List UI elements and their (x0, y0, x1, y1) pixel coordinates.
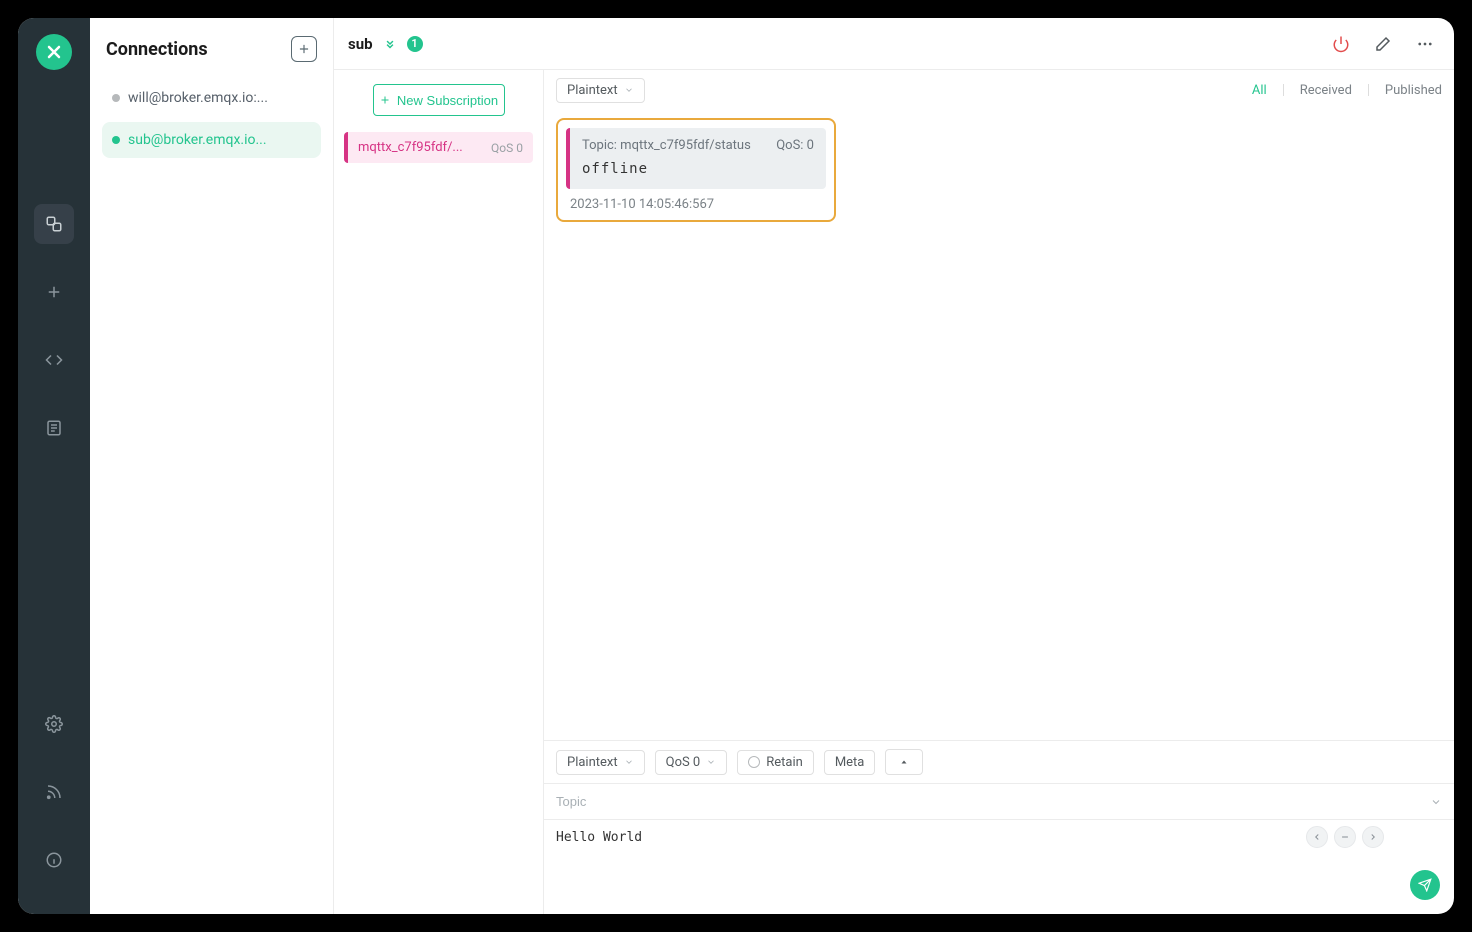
radio-icon (748, 756, 760, 768)
retain-toggle[interactable]: Retain (737, 750, 814, 775)
connection-label: will@broker.emqx.io:... (128, 90, 268, 106)
subscription-chip[interactable]: mqttx_c7f95fdf/... QoS 0 (344, 132, 533, 163)
message-qos: QoS: 0 (776, 138, 814, 153)
history-nav (1306, 826, 1384, 848)
connections-title: Connections (106, 39, 208, 60)
nav-script[interactable] (34, 340, 74, 380)
format-select-label: Plaintext (567, 83, 618, 98)
expand-compose-button[interactable] (885, 749, 923, 775)
retain-label: Retain (766, 755, 803, 770)
nav-rail (18, 18, 90, 914)
connections-panel: Connections will@broker.emqx.io:... sub@… (90, 18, 334, 914)
connection-item[interactable]: sub@broker.emqx.io... (102, 122, 321, 158)
message-filter: All Received Published (1252, 83, 1442, 98)
status-dot-icon (112, 136, 120, 144)
connection-label: sub@broker.emqx.io... (128, 132, 267, 148)
content-row: New Subscription mqttx_c7f95fdf/... QoS … (334, 70, 1454, 914)
message-topic: Topic: mqttx_c7f95fdf/status (582, 138, 751, 153)
message-payload: offline (582, 161, 814, 177)
compose-qos-label: QoS 0 (666, 755, 701, 770)
filter-all[interactable]: All (1252, 83, 1267, 98)
format-select[interactable]: Plaintext (556, 78, 645, 103)
subscription-topic: mqttx_c7f95fdf/... (358, 140, 483, 155)
connection-topbar: sub 1 (334, 18, 1454, 70)
topic-dropdown-icon[interactable] (1430, 796, 1442, 808)
meta-button[interactable]: Meta (824, 750, 876, 775)
collapse-icon[interactable] (383, 37, 397, 51)
history-prev-button[interactable] (1306, 826, 1328, 848)
message-timestamp: 2023-11-10 14:05:46:567 (566, 197, 826, 212)
payload-row (544, 820, 1454, 914)
connection-name: sub (348, 35, 373, 53)
topic-row (544, 783, 1454, 820)
message-list: Topic: mqttx_c7f95fdf/status QoS: 0 offl… (544, 110, 1454, 740)
subscription-qos: QoS 0 (491, 141, 523, 155)
messages-toolbar: Plaintext All Received Published (544, 70, 1454, 110)
message-count-badge: 1 (407, 36, 423, 52)
edit-button[interactable] (1372, 33, 1394, 55)
subscriptions-column: New Subscription mqttx_c7f95fdf/... QoS … (334, 70, 544, 914)
app-logo (36, 34, 72, 70)
disconnect-button[interactable] (1330, 33, 1352, 55)
new-subscription-button[interactable]: New Subscription (373, 84, 505, 116)
nav-connections[interactable] (34, 204, 74, 244)
nav-info[interactable] (34, 840, 74, 880)
connections-list: will@broker.emqx.io:... sub@broker.emqx.… (90, 74, 333, 170)
send-button[interactable] (1410, 870, 1440, 900)
nav-feed[interactable] (34, 772, 74, 812)
more-button[interactable] (1414, 33, 1436, 55)
message-meta: Topic: mqttx_c7f95fdf/status QoS: 0 (582, 138, 814, 153)
message-bubble[interactable]: Topic: mqttx_c7f95fdf/status QoS: 0 offl… (566, 128, 826, 189)
compose-qos-select[interactable]: QoS 0 (655, 750, 728, 775)
nav-new[interactable] (34, 272, 74, 312)
nav-log[interactable] (34, 408, 74, 448)
meta-label: Meta (835, 755, 865, 770)
compose-format-select[interactable]: Plaintext (556, 750, 645, 775)
connection-item[interactable]: will@broker.emqx.io:... (102, 80, 321, 116)
add-connection-button[interactable] (291, 36, 317, 62)
connections-header: Connections (90, 18, 333, 74)
app-window: Connections will@broker.emqx.io:... sub@… (18, 18, 1454, 914)
nav-settings[interactable] (34, 704, 74, 744)
compose-format-label: Plaintext (567, 755, 618, 770)
work-area: sub 1 New Subscription (334, 18, 1454, 914)
message-highlight: Topic: mqttx_c7f95fdf/status QoS: 0 offl… (556, 118, 836, 222)
history-next-button[interactable] (1362, 826, 1384, 848)
history-mid-button[interactable] (1334, 826, 1356, 848)
topic-input[interactable] (556, 790, 1430, 813)
new-subscription-label: New Subscription (397, 93, 498, 108)
compose-options: Plaintext QoS 0 Retain Meta (544, 741, 1454, 783)
filter-received[interactable]: Received (1300, 83, 1352, 98)
status-dot-icon (112, 94, 120, 102)
compose-panel: Plaintext QoS 0 Retain Meta (544, 740, 1454, 914)
payload-input[interactable] (556, 826, 1352, 896)
filter-published[interactable]: Published (1385, 83, 1442, 98)
messages-column: Plaintext All Received Published (544, 70, 1454, 914)
